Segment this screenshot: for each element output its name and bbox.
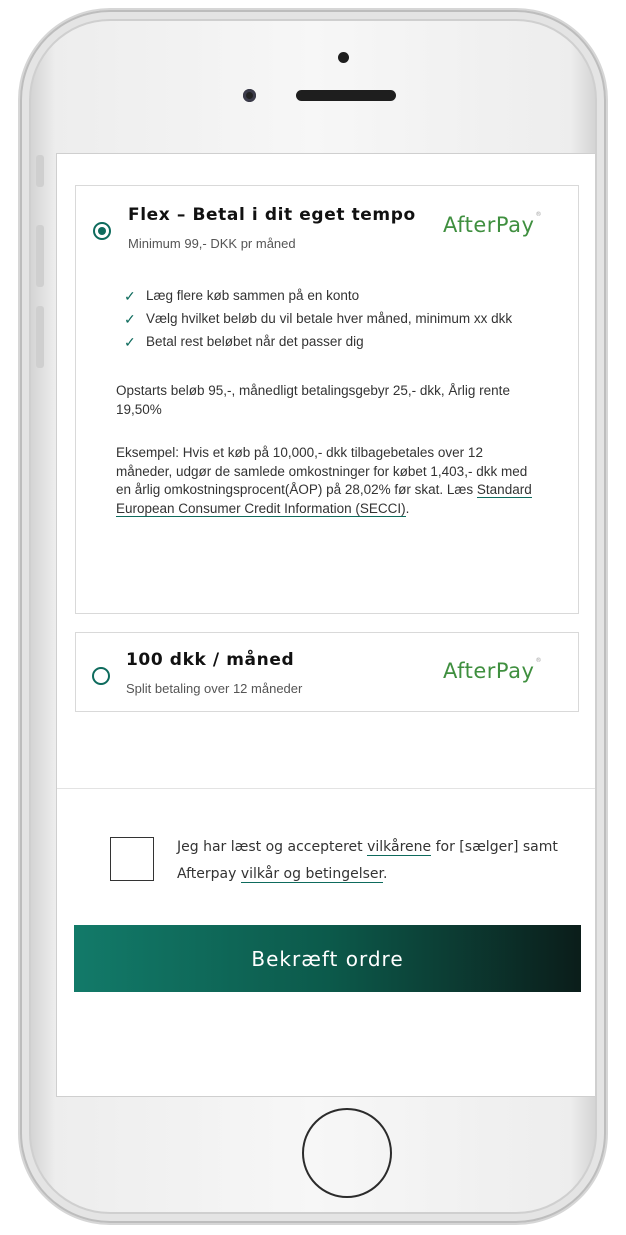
afterpay-logo-text: AfterPay xyxy=(443,659,535,683)
afterpay-terms-link[interactable]: vilkår og betingelser xyxy=(240,866,383,883)
home-button[interactable] xyxy=(302,1108,392,1198)
section-divider xyxy=(57,788,595,789)
seller-terms-link[interactable]: vilkårene xyxy=(367,839,432,856)
accept-terms-checkbox[interactable] xyxy=(110,837,154,881)
checkmark-icon: ✓ xyxy=(124,334,136,350)
benefit-item: ✓ Læg flere køb sammen på en konto xyxy=(124,287,554,305)
flex-payment-option[interactable]: Flex – Betal i dit eget tempo Minimum 99… xyxy=(75,185,579,614)
flex-radio-button[interactable] xyxy=(93,222,111,240)
terms-text-3: . xyxy=(382,866,388,882)
monthly-payment-option[interactable]: 100 dkk / måned Split betaling over 12 m… xyxy=(75,632,579,712)
confirm-order-button[interactable]: Bekræft ordre xyxy=(74,925,581,992)
afterpay-logo: AfterPay® xyxy=(443,211,542,237)
benefits-list: ✓ Læg flere køb sammen på en konto ✓ Vælg … xyxy=(124,287,554,356)
afterpay-logo-text: AfterPay xyxy=(443,213,535,237)
front-camera-icon xyxy=(243,89,256,102)
benefit-text: Betal rest beløbet når det passer dig xyxy=(146,334,364,349)
monthly-radio-button[interactable] xyxy=(92,667,110,685)
benefit-item: ✓ Vælg hvilket beløb du vil betale hver m… xyxy=(124,310,554,328)
afterpay-logo: AfterPay® xyxy=(443,657,542,683)
benefit-item: ✓ Betal rest beløbet når det passer dig xyxy=(124,333,554,351)
earpiece-speaker xyxy=(296,90,396,101)
volume-down-button xyxy=(36,306,44,368)
flex-option-subtitle: Minimum 99,- DKK pr måned xyxy=(128,236,296,251)
checkmark-icon: ✓ xyxy=(124,311,136,327)
benefit-text: Læg flere køb sammen på en konto xyxy=(146,288,360,303)
terms-text-1: Jeg har læst og accepteret xyxy=(177,839,368,855)
example-text: Eksempel: Hvis et køb på 10,000,- dkk ti… xyxy=(116,444,536,518)
example-end: . xyxy=(405,500,410,516)
flex-option-title: Flex – Betal i dit eget tempo xyxy=(128,205,416,225)
monthly-option-title: 100 dkk / måned xyxy=(126,650,295,670)
checkout-screen: Flex – Betal i dit eget tempo Minimum 99… xyxy=(56,153,596,1097)
monthly-option-subtitle: Split betaling over 12 måneder xyxy=(126,681,303,696)
terms-text: Jeg har læst og accepteret vilkårene for… xyxy=(177,834,577,888)
registered-mark-icon: ® xyxy=(535,657,542,664)
proximity-sensor xyxy=(338,52,349,63)
checkmark-icon: ✓ xyxy=(124,288,136,304)
registered-mark-icon: ® xyxy=(535,211,542,218)
mute-switch xyxy=(36,155,44,187)
fees-text: Opstarts beløb 95,-, månedligt betalings… xyxy=(116,383,510,417)
example-body: Eksempel: Hvis et køb på 10,000,- dkk ti… xyxy=(116,445,528,497)
volume-up-button xyxy=(36,225,44,287)
benefit-text: Vælg hvilket beløb du vil betale hver må… xyxy=(146,311,513,326)
